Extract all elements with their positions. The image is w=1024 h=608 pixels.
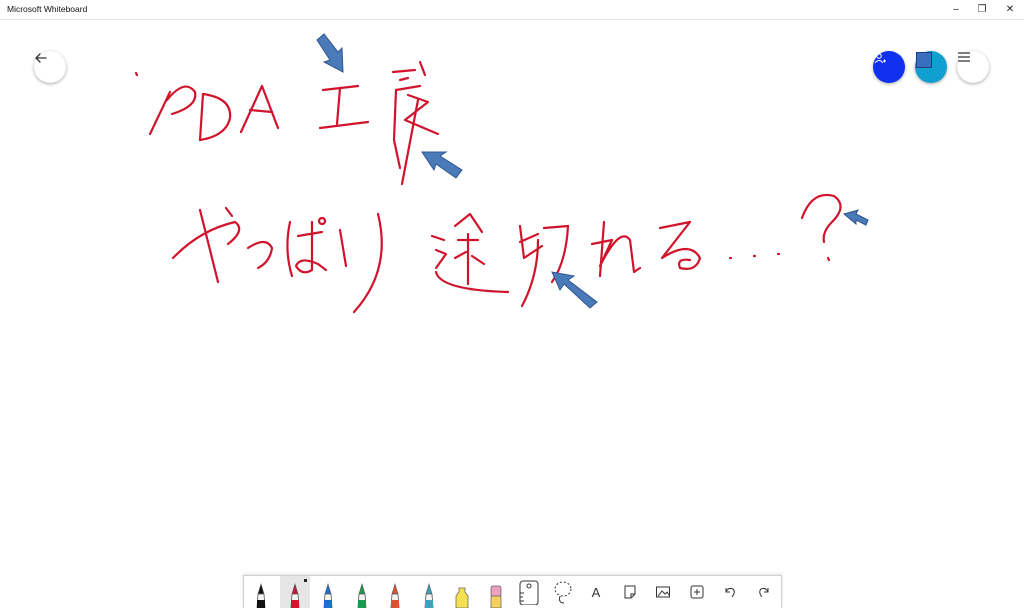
ink-stroke	[453, 212, 484, 234]
ink-stroke	[434, 270, 510, 294]
redo-icon	[756, 584, 772, 600]
ink-stroke	[198, 208, 220, 284]
background-format-icon	[916, 52, 932, 68]
ink-stroke	[392, 88, 402, 170]
pen-galaxy-tool[interactable]	[414, 576, 444, 608]
ink-stroke	[296, 230, 324, 238]
ruler-icon	[518, 579, 540, 605]
ink-stroke	[434, 248, 448, 270]
invite-button[interactable]	[873, 51, 905, 83]
ink-stroke	[246, 240, 274, 270]
pen-blue-tool[interactable]	[313, 576, 343, 608]
insert-icon	[689, 584, 705, 600]
ink-stroke	[598, 220, 606, 278]
ink-stroke	[728, 252, 781, 260]
ink-stroke	[198, 92, 205, 142]
arrow-shape-1	[316, 33, 344, 73]
arrow-shape-4	[842, 209, 869, 226]
ink-stroke	[335, 86, 342, 126]
pen-red-icon	[290, 582, 299, 608]
close-button[interactable]: ✕	[994, 0, 1024, 19]
ink-stroke	[403, 93, 440, 136]
pointer-arrows	[316, 33, 869, 309]
pen-green-icon	[357, 582, 366, 608]
undo-icon	[722, 584, 738, 600]
highlighter-icon	[455, 587, 469, 608]
ink-toolbar: A	[243, 575, 782, 608]
pen-black-tool[interactable]	[246, 576, 276, 608]
ink-stroke	[239, 84, 280, 134]
ink-stroke	[338, 228, 348, 268]
ink-stroke	[658, 220, 702, 270]
pen-black-icon	[256, 582, 266, 608]
ink-stroke	[248, 108, 274, 114]
pen-galaxy-icon	[424, 582, 433, 608]
eraser-tool[interactable]	[481, 576, 511, 608]
invite-user-icon	[874, 53, 886, 64]
pen-rainbow-tool[interactable]	[380, 576, 410, 608]
ink-stroke	[518, 232, 540, 244]
lasso-select-icon	[552, 579, 574, 605]
back-arrow-icon	[35, 53, 47, 63]
ink-stroke	[800, 193, 842, 244]
ink-stroke	[418, 60, 427, 77]
undo-button[interactable]	[715, 576, 745, 608]
arrow-shape-2	[421, 151, 463, 179]
ink-stroke	[171, 220, 241, 260]
handwriting-ink	[134, 60, 842, 314]
ink-stroke	[317, 216, 327, 226]
note-icon	[622, 584, 638, 600]
lasso-select-button[interactable]	[548, 576, 578, 608]
ink-stroke	[134, 71, 139, 77]
highlighter-tool[interactable]	[447, 576, 477, 608]
ink-stroke	[453, 250, 486, 266]
ink-stroke	[318, 120, 370, 130]
ink-stroke	[165, 85, 197, 116]
format-background-button[interactable]	[915, 51, 947, 83]
eraser-icon	[490, 585, 501, 608]
ink-stroke	[400, 98, 420, 186]
ruler-button[interactable]	[514, 576, 544, 608]
ink-layer	[134, 33, 869, 314]
ink-stroke	[394, 84, 422, 92]
ink-stroke	[826, 256, 831, 262]
ink-stroke	[224, 206, 234, 218]
pen-red-tool[interactable]	[279, 576, 310, 608]
arrow-shape-3	[551, 271, 598, 309]
image-icon	[655, 585, 671, 599]
text-button[interactable]: A	[581, 576, 611, 608]
insert-button[interactable]	[682, 576, 712, 608]
ink-stroke	[430, 234, 446, 242]
ink-stroke	[398, 76, 410, 82]
image-button[interactable]	[648, 576, 678, 608]
window-title: Microsoft Whiteboard	[7, 4, 88, 14]
ink-stroke	[391, 68, 417, 74]
text-icon: A	[591, 584, 601, 600]
back-button[interactable]	[34, 51, 66, 83]
ink-stroke	[352, 212, 383, 314]
pen-rainbow-icon	[390, 582, 400, 608]
ink-stroke	[198, 92, 232, 142]
title-bar: Microsoft Whiteboard – ❐ ✕	[0, 0, 1024, 20]
pen-green-tool[interactable]	[347, 576, 377, 608]
ink-stroke	[590, 235, 642, 274]
note-button[interactable]	[615, 576, 645, 608]
settings-menu-button[interactable]	[957, 51, 989, 83]
hamburger-menu-icon	[958, 52, 970, 62]
ink-stroke	[286, 220, 294, 278]
redo-button[interactable]	[749, 576, 779, 608]
whiteboard-canvas[interactable]	[0, 20, 1024, 607]
selected-indicator	[303, 579, 307, 582]
pen-blue-icon	[323, 582, 333, 608]
ink-stroke	[294, 220, 328, 274]
